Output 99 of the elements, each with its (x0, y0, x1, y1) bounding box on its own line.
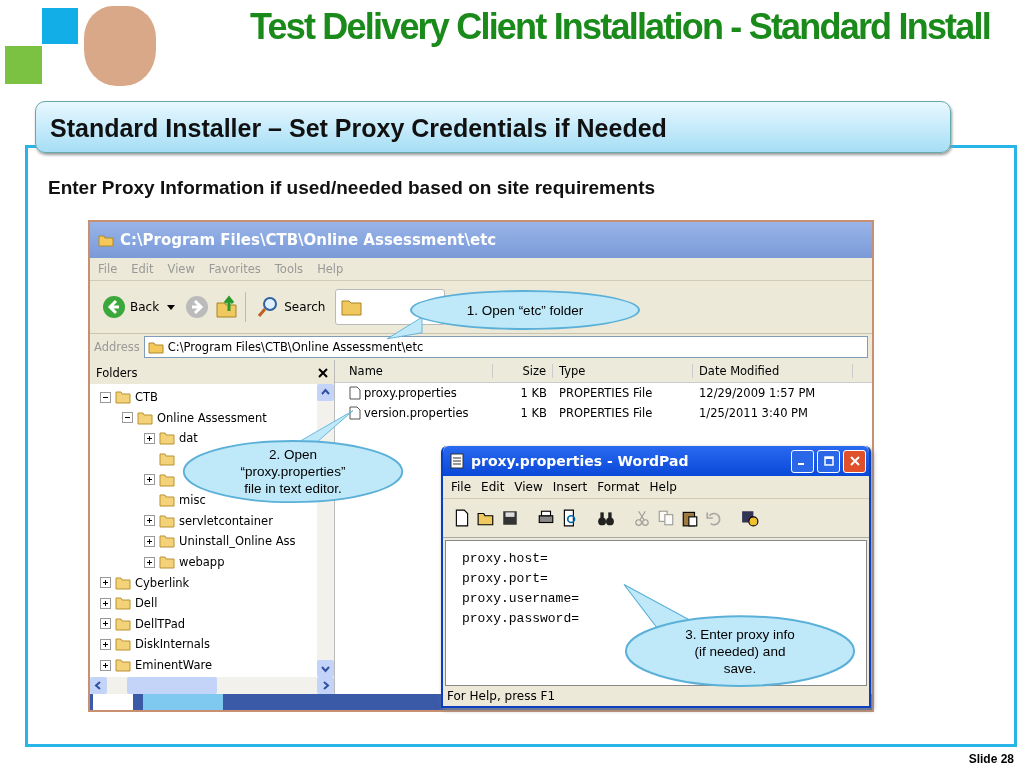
minimize-icon (797, 463, 804, 465)
status-text: For Help, press F1 (447, 689, 556, 703)
folder-icon (137, 409, 153, 426)
new-document-icon[interactable] (453, 509, 471, 527)
folder-icon (115, 574, 131, 591)
close-button[interactable] (843, 449, 866, 473)
binoculars-icon[interactable] (597, 509, 615, 527)
window-title: proxy.properties - WordPad (471, 453, 689, 469)
menu-item[interactable]: View (514, 480, 543, 494)
plus-box-icon[interactable] (100, 618, 111, 630)
folder-icon (115, 389, 131, 406)
tree-item[interactable]: Online Assessment (157, 410, 267, 425)
text-line: proxy.port= (462, 570, 549, 588)
column-header[interactable]: Size (493, 364, 553, 378)
folder-icon (115, 615, 131, 632)
minus-box-icon[interactable] (100, 391, 111, 403)
up-folder-icon[interactable] (215, 295, 240, 319)
tree-item[interactable]: dat (179, 431, 198, 446)
folder-icon (159, 554, 175, 571)
plus-box-icon[interactable] (144, 535, 155, 547)
document-icon (449, 453, 465, 469)
folder-icon (98, 232, 114, 248)
text-line: proxy.host= (462, 550, 549, 568)
callout-text: 1. Open “etc” folder (466, 301, 584, 319)
file-date: 1/25/2011 3:40 PM (699, 406, 808, 420)
scroll-right-button[interactable] (317, 677, 334, 694)
search-button[interactable]: Search (252, 293, 330, 321)
tree-item[interactable]: misc (179, 493, 206, 508)
file-type: PROPERTIES File (559, 406, 653, 420)
slide-number: Slide 28 (968, 752, 1014, 766)
tree-item[interactable]: webapp (179, 555, 225, 570)
intro-text: Enter Proxy Information if used/needed based on site requirements (48, 177, 656, 199)
menu-item[interactable]: File (451, 480, 472, 494)
plus-box-icon[interactable] (144, 515, 155, 527)
file-name[interactable]: version.properties (364, 406, 469, 420)
tree-item[interactable]: DiskInternals (135, 637, 210, 652)
folder-icon (115, 636, 131, 653)
address-text: C:\Program Files\CTB\Online Assessment\etc (167, 340, 424, 354)
menu-item[interactable]: Edit (481, 480, 505, 494)
folder-icon (159, 471, 175, 488)
plus-box-icon[interactable] (144, 474, 155, 486)
scroll-left-button[interactable] (90, 677, 107, 694)
plus-box-icon[interactable] (100, 597, 111, 609)
logo-square (5, 46, 42, 84)
save-icon[interactable] (501, 509, 519, 527)
menu-item[interactable]: Help (649, 480, 677, 494)
tree-item[interactable]: DellTPad (135, 616, 186, 631)
tree-item[interactable]: CTB (135, 390, 158, 405)
folder-icon (115, 595, 131, 612)
back-button[interactable]: Back (98, 293, 180, 321)
text-line: proxy.username= (462, 590, 581, 608)
paste-icon[interactable] (681, 509, 699, 527)
folder-icon (115, 657, 131, 673)
plus-box-icon[interactable] (100, 638, 111, 650)
minus-box-icon[interactable] (122, 412, 133, 424)
maximize-button[interactable] (817, 449, 840, 473)
slide-title: Test Delivery Client Installation - Standard Install (250, 6, 990, 49)
tree-item[interactable]: EminentWare (135, 658, 213, 672)
file-icon (349, 406, 361, 420)
scroll-down-button[interactable] (317, 660, 334, 677)
close-icon (849, 456, 860, 466)
tree-item[interactable]: Cyberlink (135, 575, 190, 590)
column-header[interactable]: Date Modified (693, 364, 853, 378)
logo-square (42, 8, 78, 44)
tree-item[interactable]: servletcontainer (179, 513, 273, 528)
folder-icon (147, 339, 164, 355)
plus-box-icon[interactable] (144, 556, 155, 568)
folders-pane-title: Folders (96, 366, 138, 380)
column-header[interactable]: Type (553, 364, 693, 378)
file-icon (349, 386, 361, 400)
window-title: C:\Program Files\CTB\Online Assessment\etc (120, 231, 497, 249)
callout-text: 3. Enter proxy info (if needed) and save. (685, 625, 795, 677)
plus-box-icon[interactable] (100, 577, 111, 589)
file-type: PROPERTIES File (559, 386, 653, 400)
folder-icon (159, 533, 175, 550)
file-name[interactable]: proxy.properties (364, 386, 457, 400)
folder-icon (159, 430, 175, 447)
plus-box-icon[interactable] (144, 433, 155, 444)
close-icon[interactable] (318, 368, 328, 378)
folder-icon (159, 512, 175, 529)
minimize-button[interactable] (791, 449, 814, 473)
plus-box-icon[interactable] (100, 659, 111, 671)
tree-item[interactable]: Uninstall_Online Ass (179, 534, 296, 549)
menu-item[interactable]: Insert (552, 480, 588, 494)
address-field[interactable]: C:\Program Files\CTB\Online Assessment\etc (143, 336, 868, 358)
maximize-icon (823, 456, 834, 466)
callout-text: 2. Open “proxy.properties” file in text editor. (240, 445, 346, 497)
scrollbar-thumb[interactable] (127, 677, 217, 694)
tree-item[interactable]: Dell (135, 596, 158, 611)
file-size: 1 KB (520, 406, 547, 420)
address-label: Address (94, 340, 140, 354)
text-line: proxy.password= (462, 610, 581, 628)
scroll-up-button[interactable] (317, 384, 334, 401)
file-size: 1 KB (520, 386, 547, 400)
file-date: 12/29/2009 1:57 PM (699, 386, 816, 400)
column-header[interactable]: Name (343, 364, 493, 378)
section-heading: Standard Installer – Set Proxy Credentials if Needed (35, 101, 951, 153)
menu-item[interactable]: Format (597, 480, 640, 494)
caret-icon (167, 304, 176, 310)
